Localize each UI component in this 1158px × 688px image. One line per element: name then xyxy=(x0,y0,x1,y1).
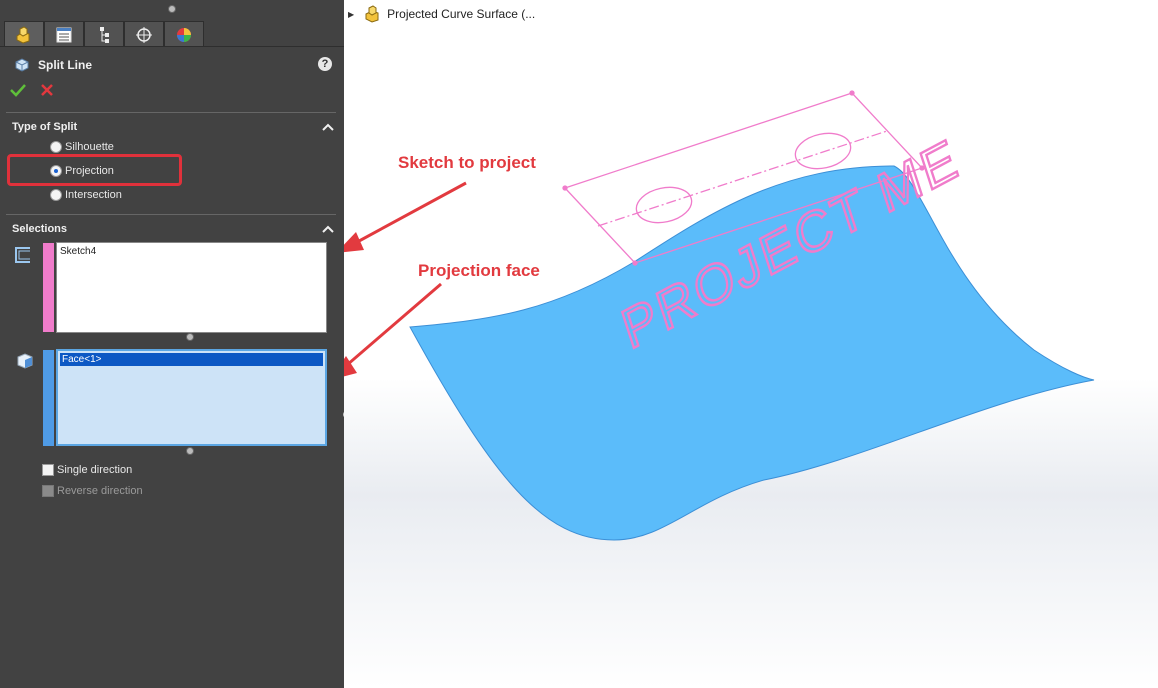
graphics-area[interactable]: ▶ Projected Curve Surface (... PROJECT M… xyxy=(344,0,1158,688)
checkbox-label: Reverse direction xyxy=(57,485,143,497)
projection-surface xyxy=(409,165,1095,541)
face-list-item[interactable]: Face<1> xyxy=(60,353,323,366)
collapse-type-of-split-icon[interactable] xyxy=(322,122,334,132)
radio-label: Silhouette xyxy=(65,141,114,153)
feature-title: Split Line xyxy=(38,58,92,72)
panel-resize-grip[interactable] xyxy=(168,5,176,13)
radio-label: Intersection xyxy=(65,189,122,201)
property-manager-icon xyxy=(56,27,72,42)
sketch-color-swatch xyxy=(43,243,54,332)
collapse-selections-icon[interactable] xyxy=(322,224,334,234)
sketch-selection-box[interactable]: Sketch4 xyxy=(56,242,327,333)
sketch-selection-icon xyxy=(15,247,30,263)
sketch-list-item[interactable]: Sketch4 xyxy=(60,246,323,257)
tab-feature-manager[interactable] xyxy=(4,21,44,47)
model-canvas: PROJECT ME xyxy=(344,90,1095,541)
help-icon[interactable]: ? xyxy=(318,57,332,71)
face-color-swatch xyxy=(43,350,54,446)
confirm-row xyxy=(10,83,54,97)
divider xyxy=(6,214,336,215)
tab-property-manager[interactable] xyxy=(44,21,84,47)
reverse-direction-checkbox: Reverse direction xyxy=(42,485,143,497)
type-of-split-title: Type of Split xyxy=(12,121,78,133)
callout-sketch-to-project: Sketch to project xyxy=(398,153,536,172)
split-line-icon xyxy=(15,58,29,72)
ok-check-icon[interactable] xyxy=(10,83,26,97)
tab-dimxpert-manager[interactable] xyxy=(124,21,164,47)
single-direction-checkbox[interactable]: Single direction xyxy=(42,464,132,476)
radio-intersection[interactable]: Intersection xyxy=(50,189,122,201)
projection-highlight-box xyxy=(7,154,182,186)
tab-configuration-manager[interactable] xyxy=(84,21,124,47)
face-box-resize-grip[interactable] xyxy=(186,447,194,455)
sketch-box-resize-grip[interactable] xyxy=(186,333,194,341)
checkbox-disabled xyxy=(42,485,54,497)
tab-divider xyxy=(0,46,344,47)
divider xyxy=(6,112,336,113)
cancel-x-icon[interactable] xyxy=(40,83,54,97)
configuration-manager-icon xyxy=(100,26,109,43)
dimxpert-icon xyxy=(136,26,152,43)
radio-button[interactable] xyxy=(50,189,62,201)
manager-tabs xyxy=(4,21,204,47)
selections-title: Selections xyxy=(12,223,68,235)
radio-button[interactable] xyxy=(50,141,62,153)
callout-projection-face: Projection face xyxy=(418,261,540,280)
feature-header: Split Line ? xyxy=(14,55,334,75)
tab-display-manager[interactable] xyxy=(164,21,204,47)
checkbox-label: Single direction xyxy=(57,464,133,476)
property-manager-panel: Split Line ? Type of Split Silhouette Pr… xyxy=(0,0,344,688)
radio-silhouette[interactable]: Silhouette xyxy=(50,141,114,153)
face-selection-box[interactable]: Face<1> xyxy=(56,349,327,446)
checkbox[interactable] xyxy=(42,464,54,476)
face-selection-icon xyxy=(17,353,33,369)
display-manager-icon xyxy=(177,27,191,42)
feature-manager-icon xyxy=(16,25,30,44)
